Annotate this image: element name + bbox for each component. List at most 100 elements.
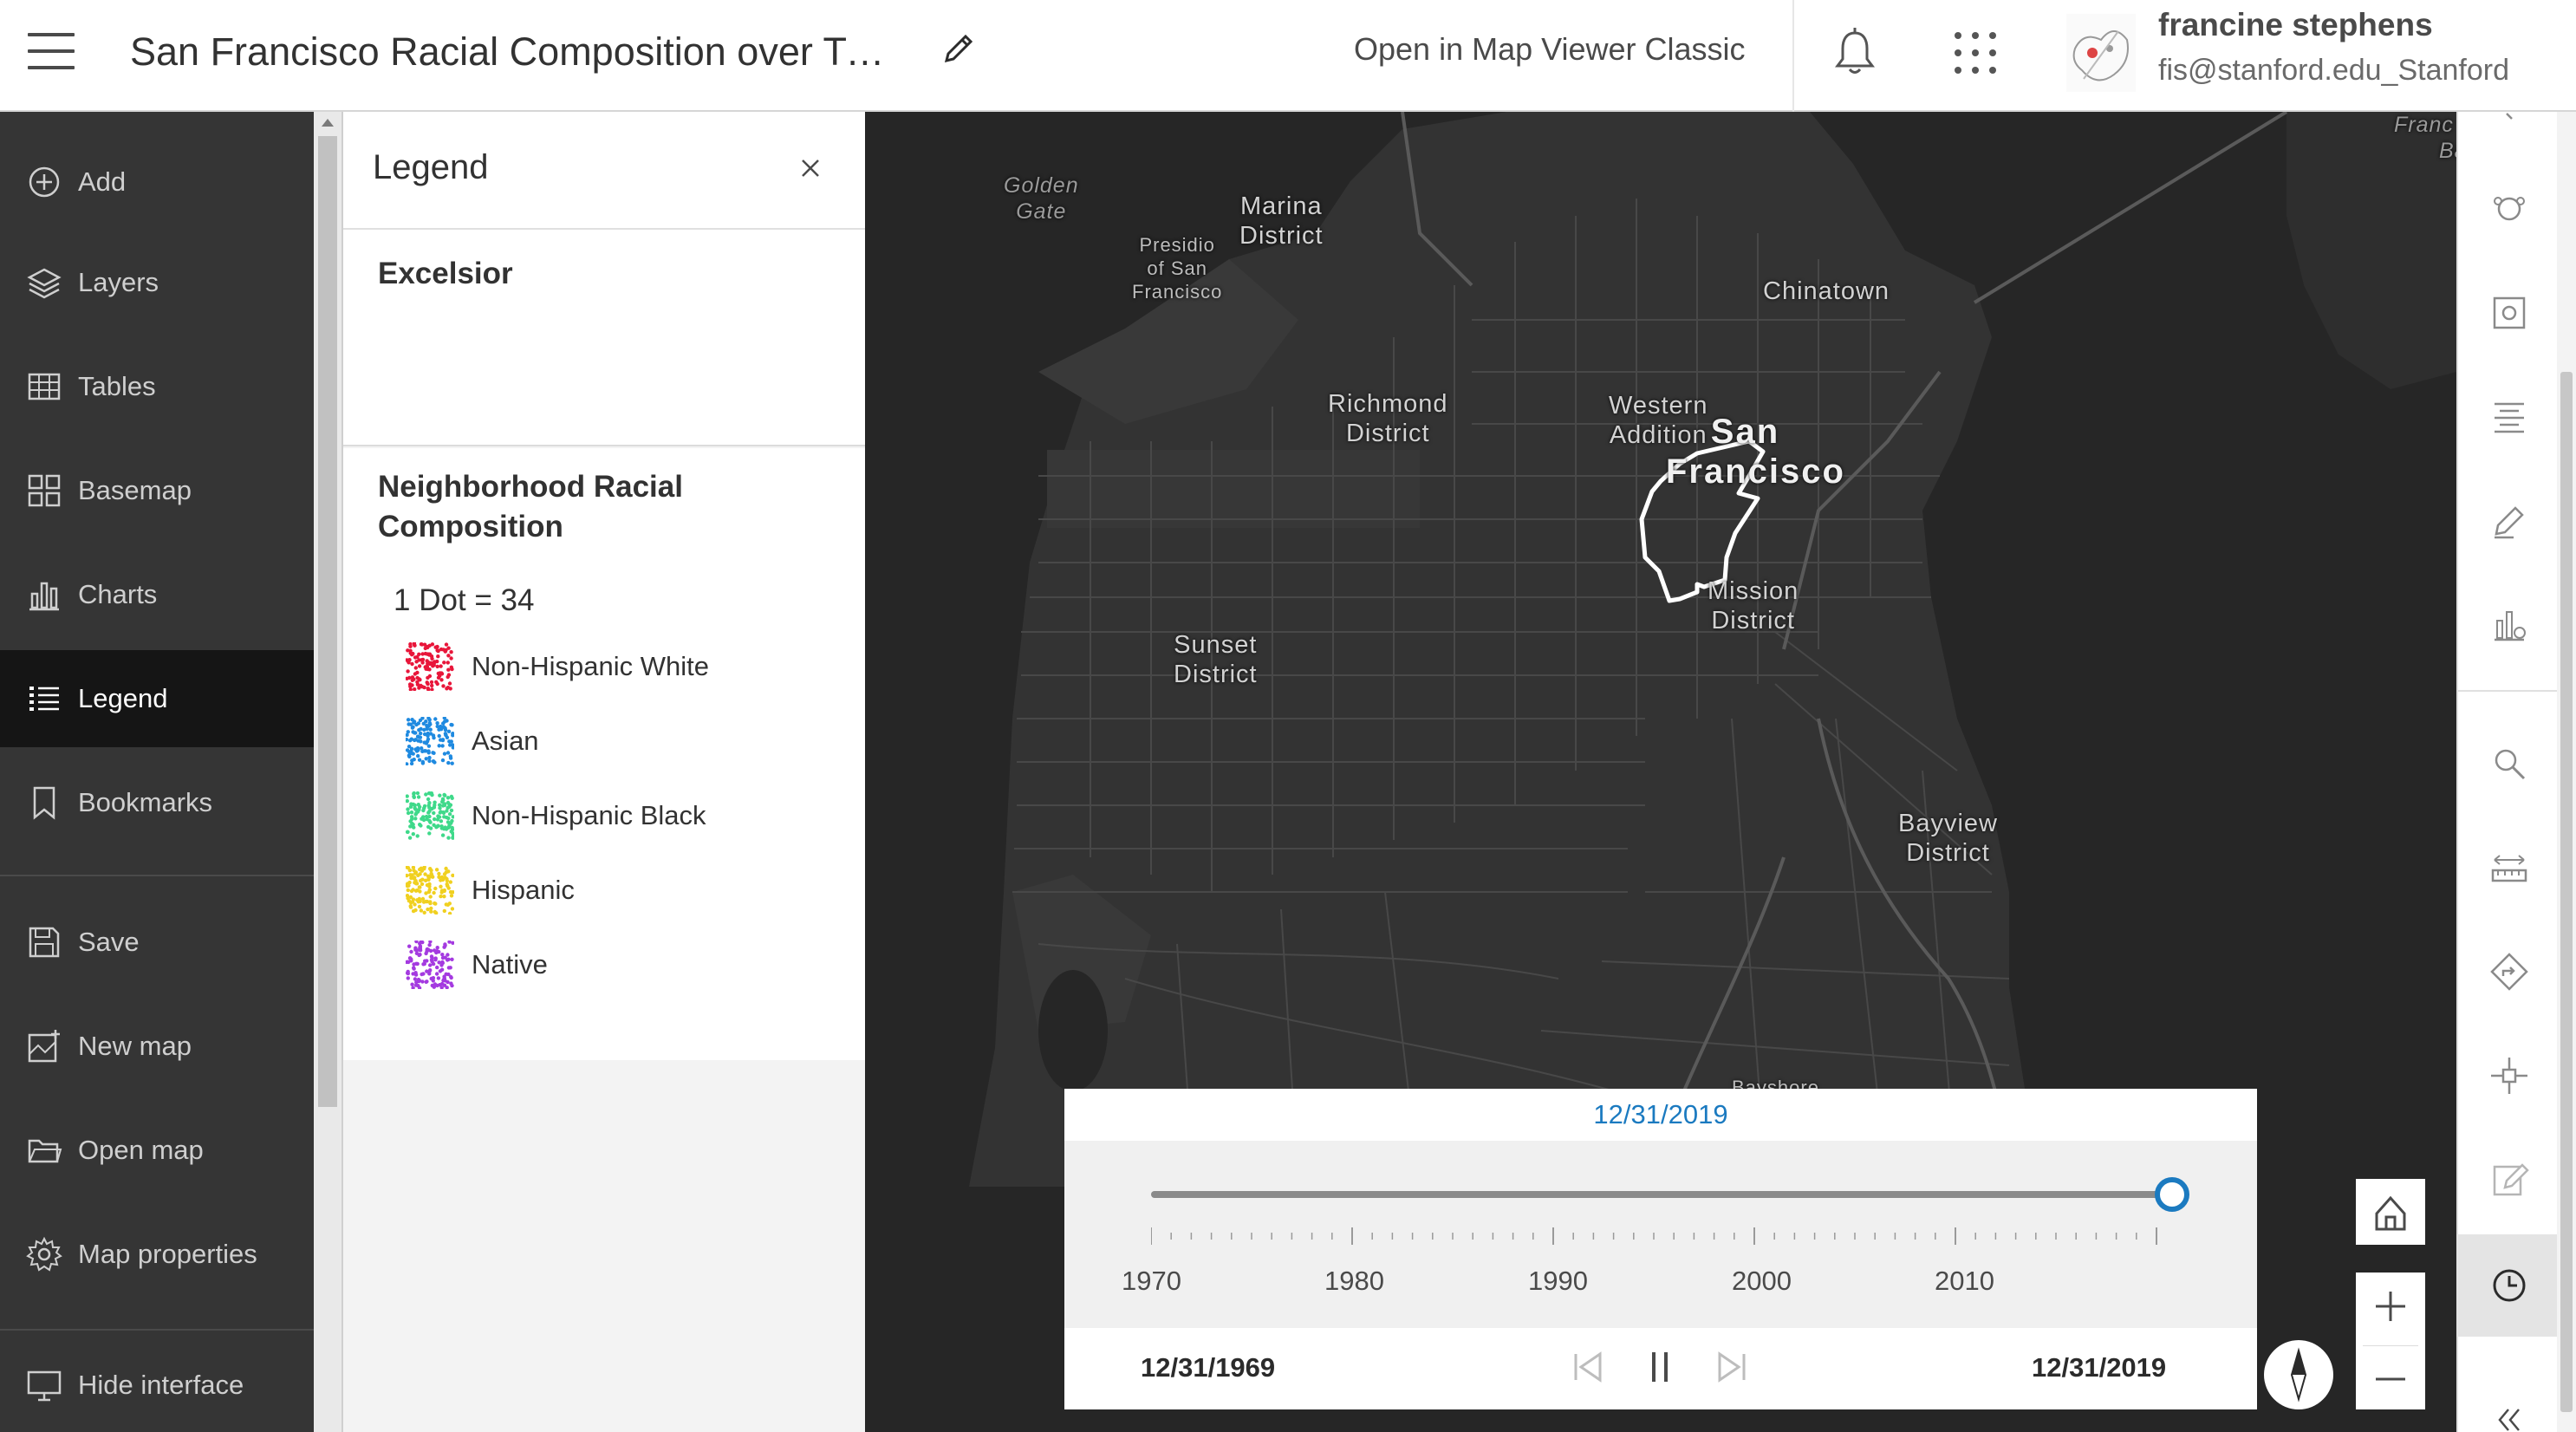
- legend-item: Hispanic: [406, 864, 575, 916]
- table-list-icon[interactable]: [2488, 395, 2531, 439]
- nav-item-basemap[interactable]: Basemap: [0, 442, 314, 539]
- slider-ticks: [1151, 1227, 2157, 1245]
- collapse-icon[interactable]: [2488, 1404, 2531, 1432]
- location-icon[interactable]: [2488, 1054, 2531, 1097]
- clock-icon[interactable]: [2488, 1264, 2531, 1307]
- chart-config-icon[interactable]: [2488, 603, 2531, 647]
- legend-item: Non-Hispanic Black: [406, 790, 706, 842]
- dot-swatch-icon: [406, 717, 454, 765]
- compass-button[interactable]: [2264, 1340, 2333, 1409]
- zoom-control: [2356, 1273, 2425, 1409]
- zoom-in-icon[interactable]: [2356, 1273, 2425, 1341]
- edit-icon[interactable]: [2488, 1158, 2531, 1201]
- directions-icon[interactable]: [2488, 950, 2531, 993]
- time-slider-footer: 12/31/1969 12/31/2019: [1064, 1328, 2257, 1409]
- nav-item-layers[interactable]: Layers: [0, 234, 314, 331]
- slider-thumb[interactable]: [2155, 1177, 2189, 1212]
- step-forward-icon[interactable]: [1711, 1345, 1754, 1389]
- nav-label: New map: [78, 1031, 192, 1061]
- nav-label: Layers: [78, 267, 159, 297]
- measure-icon[interactable]: [2488, 846, 2531, 889]
- toolbar-divider: [2456, 690, 2557, 692]
- search-icon[interactable]: [2488, 742, 2531, 785]
- legend-layer-card: Excelsior: [343, 230, 867, 446]
- nav-label: Charts: [78, 579, 158, 609]
- legend-item-label: Asian: [472, 726, 539, 756]
- nav-item-charts[interactable]: Charts: [0, 546, 314, 643]
- map-label-presidio: Presidio of San Francisco: [1132, 234, 1223, 303]
- app-header: San Francisco Racial Composition over Ti…: [0, 0, 2576, 112]
- step-back-icon[interactable]: [1565, 1345, 1609, 1389]
- legend-item-label: Non-Hispanic Black: [472, 800, 706, 830]
- user-email: fis@stanford.edu_Stanford: [2158, 54, 2509, 87]
- nav-item-map-properties[interactable]: Map properties: [0, 1206, 314, 1303]
- monitor-icon: [27, 1370, 62, 1402]
- start-date: 12/31/1969: [1141, 1352, 1276, 1383]
- folder-icon: [28, 1139, 62, 1163]
- add-icon: [29, 166, 60, 198]
- dot-swatch-icon: [406, 866, 454, 915]
- nav-item-new-map[interactable]: New map: [0, 998, 314, 1095]
- save-icon: [29, 927, 60, 958]
- styles-icon[interactable]: [2488, 187, 2531, 231]
- map-label-bayview: Bayview District: [1898, 810, 1998, 867]
- nav-label: Legend: [78, 683, 168, 713]
- tick-label: 2000: [1732, 1266, 1792, 1296]
- close-icon[interactable]: [797, 155, 823, 181]
- nav-label: Bookmarks: [78, 787, 213, 817]
- tick-label: 1980: [1324, 1266, 1384, 1296]
- menu-icon[interactable]: [28, 33, 75, 69]
- nav-item-tables[interactable]: Tables: [0, 338, 314, 435]
- dot-swatch-icon: [406, 791, 454, 840]
- slider-track[interactable]: [1151, 1191, 2172, 1198]
- user-avatar[interactable]: [2066, 14, 2136, 92]
- legend-item: Asian: [406, 715, 539, 767]
- filter-icon[interactable]: [2488, 291, 2531, 335]
- nav-label: Add: [78, 166, 127, 197]
- nav-scrollbar[interactable]: [314, 112, 342, 1432]
- legend-layer-card: Neighborhood Racial Composition 1 Dot = …: [343, 448, 867, 1060]
- nav-item-add[interactable]: Add: [0, 130, 314, 234]
- nav-item-save[interactable]: Save: [0, 894, 314, 991]
- nav-item-open-map[interactable]: Open map: [0, 1102, 314, 1199]
- bookmark-icon: [33, 786, 55, 820]
- nav-item-bookmarks[interactable]: Bookmarks: [0, 754, 314, 851]
- map-label-sunset: Sunset District: [1174, 631, 1258, 688]
- legend-title: Legend: [373, 148, 489, 186]
- tick-label: 2010: [1935, 1266, 1994, 1296]
- time-slider-body: 1970 1980 1990 2000 2010: [1064, 1141, 2257, 1328]
- app-launcher-icon[interactable]: [1952, 29, 1999, 76]
- nav-divider: [0, 1329, 314, 1331]
- open-classic-link[interactable]: Open in Map Viewer Classic: [1354, 31, 1746, 68]
- legend-item-label: Native: [472, 949, 548, 980]
- home-icon: [2375, 1195, 2406, 1231]
- nav-label: Save: [78, 927, 140, 957]
- sketch-icon[interactable]: [2488, 499, 2531, 543]
- scroll-up-arrow-icon[interactable]: [322, 119, 334, 127]
- scroll-thumb[interactable]: [2560, 372, 2573, 1412]
- chart-icon: [29, 582, 59, 611]
- pencil-icon[interactable]: [940, 29, 978, 68]
- legend-panel: Legend Excelsior Neighborhood Racial Com…: [342, 112, 867, 1432]
- current-date: 12/31/2019: [1593, 1099, 1728, 1129]
- basemap-icon: [28, 474, 61, 507]
- gear-icon: [26, 1236, 62, 1272]
- tick-label: 1970: [1122, 1266, 1181, 1296]
- user-name[interactable]: francine stephens: [2158, 7, 2433, 43]
- legend-item: Non-Hispanic White: [406, 641, 709, 693]
- layers-icon: [27, 268, 62, 299]
- nav-item-legend[interactable]: Legend: [0, 650, 314, 747]
- table-icon: [28, 373, 61, 400]
- map-label-mission: Mission District: [1708, 577, 1799, 635]
- tick-label: 1990: [1528, 1266, 1588, 1296]
- home-button[interactable]: [2356, 1179, 2425, 1245]
- legend-item: Native: [406, 939, 548, 991]
- zoom-out-icon[interactable]: [2356, 1346, 2425, 1414]
- right-scrollbar[interactable]: [2557, 112, 2576, 1432]
- nav-item-hide-interface[interactable]: Hide interface: [0, 1343, 314, 1428]
- scroll-thumb[interactable]: [318, 136, 337, 1107]
- pause-icon[interactable]: [1638, 1345, 1682, 1389]
- map-title: San Francisco Racial Composition over Ti…: [130, 29, 893, 74]
- new-map-icon: [28, 1030, 60, 1063]
- notification-bell-icon[interactable]: [1831, 26, 1879, 78]
